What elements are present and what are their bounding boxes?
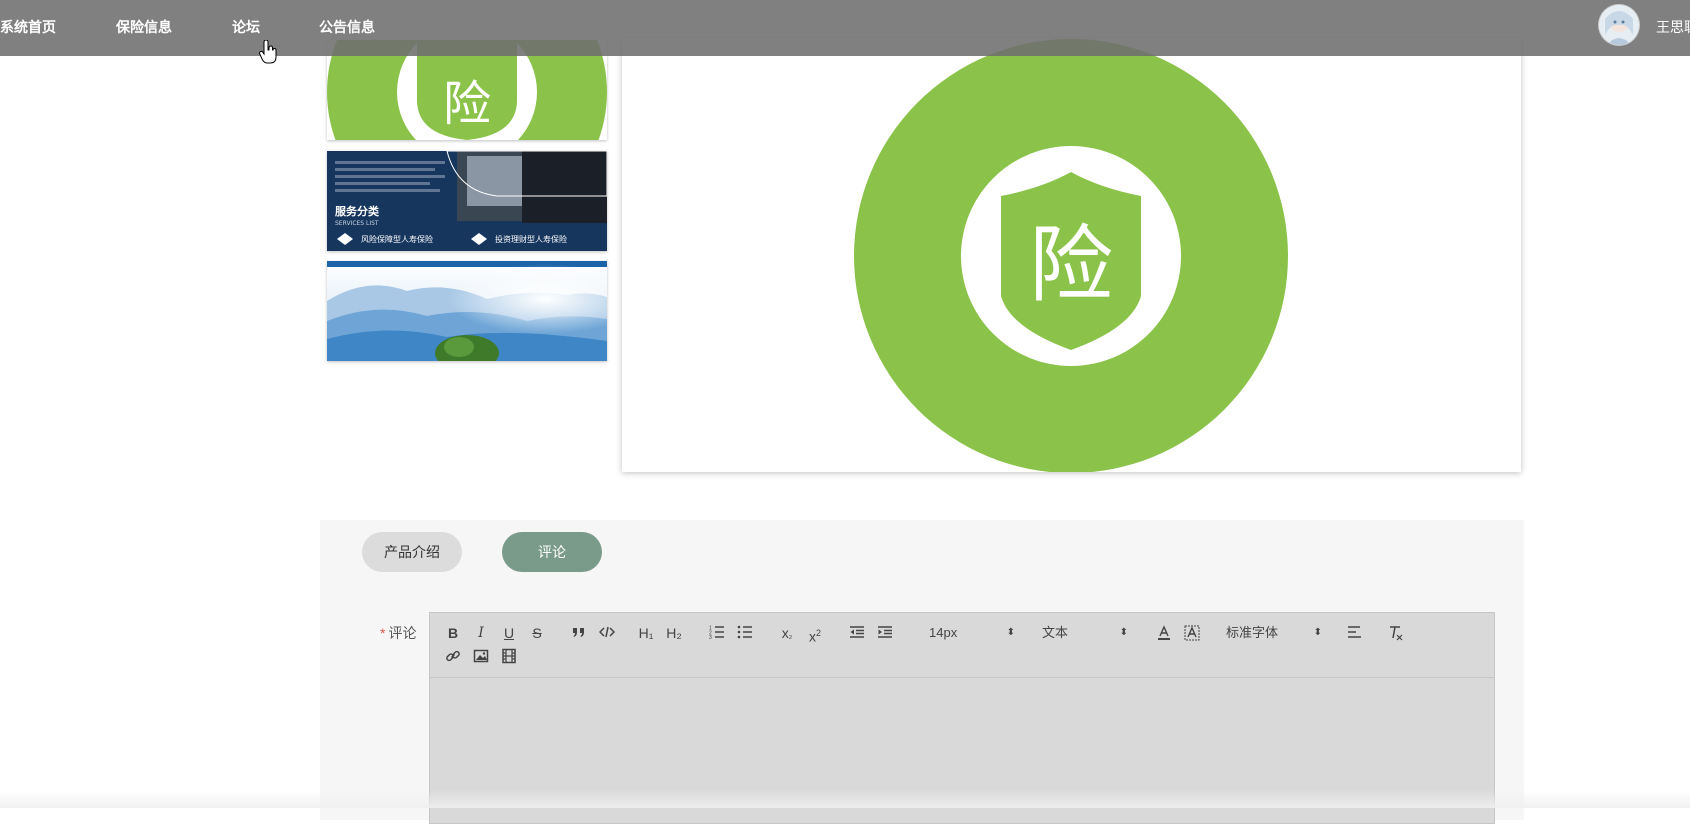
nav-item-notice[interactable]: 公告信息 — [319, 17, 375, 37]
tab-product-intro[interactable]: 产品介绍 — [362, 532, 462, 572]
select-arrows-icon: ⬍ — [1119, 627, 1128, 638]
ordered-list-icon[interactable]: 123 — [706, 623, 728, 643]
comment-field-label: * 评论 — [380, 623, 416, 643]
image-icon[interactable] — [470, 646, 492, 666]
editor-toolbar: B I U S H₁ H₂ 123 x₂ x2 14px ⬍ 文本 ⬍ 标准字体… — [430, 613, 1494, 678]
font-family-select[interactable]: 标准字体 ⬍ — [1226, 623, 1322, 643]
nav-item-insurance[interactable]: 保险信息 — [116, 17, 172, 37]
bottom-shadow — [0, 790, 1690, 808]
bold-button[interactable]: B — [442, 623, 464, 643]
background-color-icon[interactable] — [1181, 623, 1203, 643]
hand-cursor-icon — [259, 39, 277, 69]
blockquote-button[interactable] — [568, 623, 590, 643]
svg-text:3: 3 — [709, 635, 712, 639]
clear-format-icon[interactable] — [1384, 623, 1406, 643]
required-mark: * — [380, 625, 386, 641]
top-navbar: 系统首页 保险信息 论坛 公告信息 王思聪 — [0, 0, 1690, 56]
thumbnail-landscape[interactable] — [327, 261, 607, 361]
nav-item-forum[interactable]: 论坛 — [232, 17, 260, 37]
select-arrows-icon: ⬍ — [1006, 627, 1015, 638]
font-family-value: 标准字体 — [1226, 625, 1279, 640]
subscript-button[interactable]: x₂ — [776, 623, 798, 643]
select-arrows-icon: ⬍ — [1313, 627, 1322, 638]
indent-icon[interactable] — [874, 623, 896, 643]
thumbnail-services[interactable]: 服务分类 SERVICES LIST 风险保障型人寿保险 投资理财型人寿保险 — [327, 151, 607, 251]
heading2-button[interactable]: H₂ — [663, 623, 685, 643]
font-color-icon[interactable] — [1153, 623, 1175, 643]
video-icon[interactable] — [498, 646, 520, 666]
thumbnail-services-item1: 风险保障型人寿保险 — [361, 234, 433, 244]
align-left-icon[interactable] — [1344, 623, 1366, 643]
italic-button[interactable]: I — [470, 623, 492, 643]
code-block-button[interactable] — [596, 623, 618, 643]
comment-label-text: 评论 — [388, 625, 417, 641]
thumbnail-services-item2: 投资理财型人寿保险 — [495, 234, 567, 244]
avatar[interactable] — [1599, 5, 1639, 45]
thumbnail-services-title: 服务分类 — [335, 204, 380, 218]
text-style-select[interactable]: 文本 ⬍ — [1042, 623, 1128, 643]
strikethrough-button[interactable]: S — [526, 623, 548, 643]
font-size-value: 14px — [929, 625, 958, 640]
thumbnail-services-subtitle: SERVICES LIST — [335, 220, 379, 227]
main-product-image: 险 — [622, 38, 1521, 472]
main-image-logo-char: 险 — [1029, 216, 1113, 314]
product-details-section: 产品介绍 评论 * 评论 B I U S H₁ H₂ 123 x₂ x2 14p… — [320, 520, 1524, 824]
text-style-value: 文本 — [1042, 625, 1069, 640]
nav-item-home[interactable]: 系统首页 — [0, 17, 56, 37]
bullet-list-icon[interactable] — [734, 623, 756, 643]
superscript-button[interactable]: x2 — [804, 623, 826, 645]
heading1-button[interactable]: H₁ — [635, 623, 657, 643]
tab-comment[interactable]: 评论 — [502, 532, 602, 572]
username[interactable]: 王思聪 — [1656, 17, 1690, 37]
outdent-icon[interactable] — [846, 623, 868, 643]
thumbnail-logo-char: 险 — [443, 76, 491, 132]
link-icon[interactable] — [442, 646, 464, 666]
font-size-select[interactable]: 14px ⬍ — [929, 623, 1015, 643]
underline-button[interactable]: U — [498, 623, 520, 643]
